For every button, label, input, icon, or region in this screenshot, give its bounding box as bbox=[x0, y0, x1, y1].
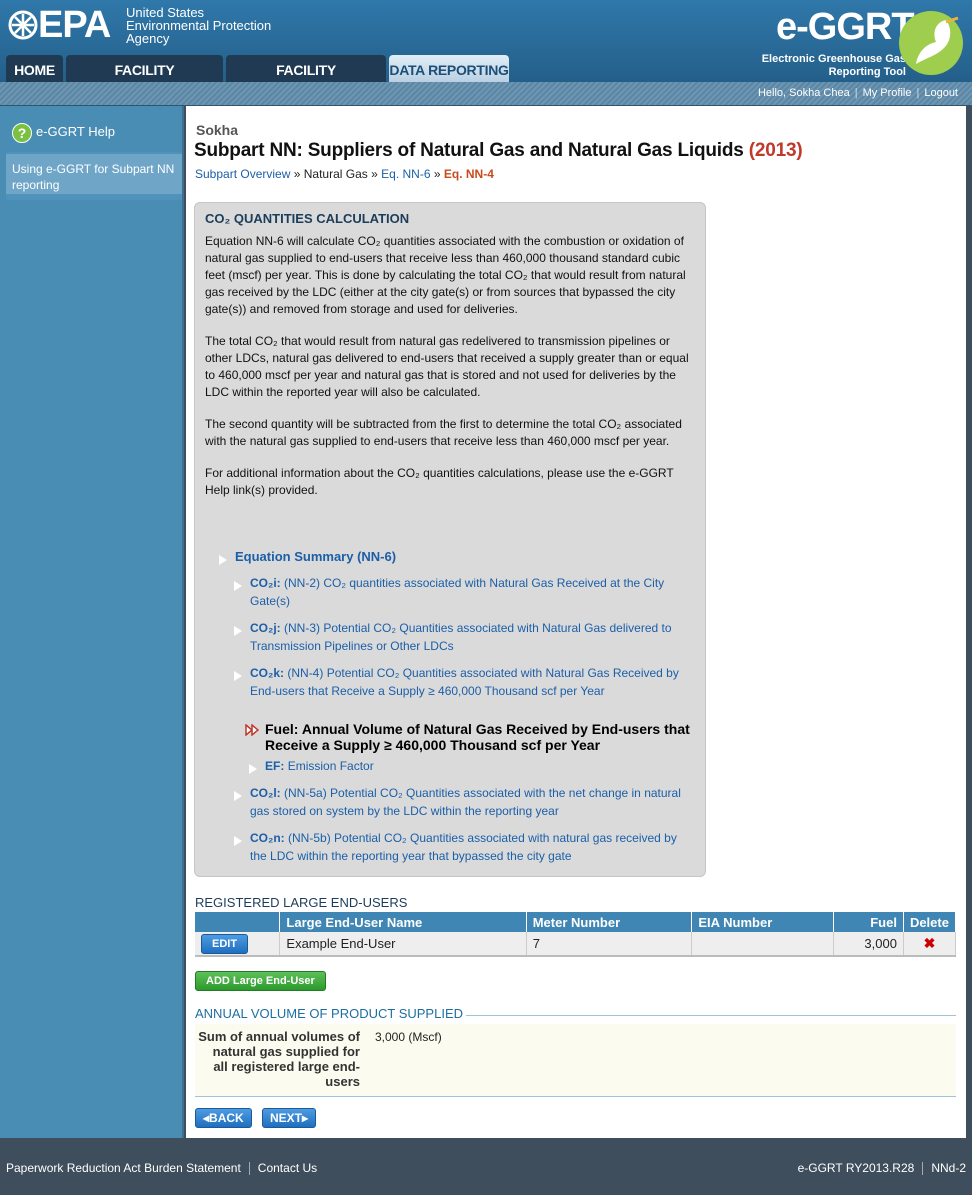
table-header-row: Large End-User Name Meter Number EIA Num… bbox=[195, 912, 957, 932]
help-panel: ? e-GGRT Help Using e-GGRT for Subpart N… bbox=[6, 112, 182, 200]
epa-flower-icon bbox=[8, 10, 38, 40]
tree-item-co2i[interactable]: CO₂i: (NN-2) CO₂ quantities associated w… bbox=[233, 574, 690, 610]
user-greeting: Hello, Sokha Chea bbox=[757, 87, 850, 99]
user-bar: Hello, Sokha Chea | My Profile | Logout bbox=[757, 87, 958, 99]
brand-title: e-GGRT bbox=[776, 6, 915, 48]
info-paragraph-3: The second quantity will be subtracted f… bbox=[205, 417, 682, 448]
tree-equation-summary[interactable]: Equation Summary (NN-6) bbox=[218, 548, 396, 566]
help-question-icon: ? bbox=[12, 123, 32, 143]
tab-home[interactable]: HOME bbox=[6, 55, 63, 82]
add-large-end-user-button[interactable]: ADD Large End-User bbox=[195, 971, 326, 991]
help-link-subpart-nn[interactable]: Using e-GGRT for Subpart NN reporting bbox=[6, 154, 182, 194]
expand-triangle-icon bbox=[233, 623, 246, 641]
tree-item-co2l[interactable]: CO₂l: (NN-5a) Potential CO₂ Quantities a… bbox=[233, 784, 690, 820]
tree-item-fuel-current: Fuel: Annual Volume of Natural Gas Recei… bbox=[245, 721, 695, 753]
version-text: e-GGRT RY2013.R28 bbox=[797, 1161, 915, 1175]
delete-x-icon[interactable]: ✖ bbox=[903, 932, 957, 957]
agency-name: United States Environmental Protection A… bbox=[126, 5, 272, 46]
co2-info-box: CO₂ QUANTITIES CALCULATION Equation NN-6… bbox=[194, 202, 706, 877]
main-content: Sokha Subpart NN: Suppliers of Natural G… bbox=[186, 106, 966, 1138]
edit-button[interactable]: EDIT bbox=[201, 933, 249, 954]
info-paragraph-2: The total CO₂ that would result from nat… bbox=[205, 334, 689, 399]
epa-logo[interactable]: EPA United States Environmental Protecti… bbox=[8, 4, 298, 48]
annual-volume-label: Sum of annual volumes of natural gas sup… bbox=[198, 1029, 360, 1089]
page-title: Subpart NN: Suppliers of Natural Gas and… bbox=[194, 140, 803, 161]
info-heading: CO₂ QUANTITIES CALCULATION bbox=[205, 211, 410, 226]
col-delete: Delete bbox=[903, 912, 957, 932]
breadcrumb-natural-gas: Natural Gas bbox=[303, 167, 368, 181]
next-button[interactable]: NEXT▸ bbox=[262, 1108, 317, 1128]
page-id: NNd-2 bbox=[931, 1161, 966, 1175]
tab-facility-registration[interactable]: FACILITY REGISTRATION bbox=[66, 55, 223, 108]
tree-item-co2j[interactable]: CO₂j: (NN-3) Potential CO₂ Quantities as… bbox=[233, 619, 690, 655]
tree-item-co2n[interactable]: CO₂n: (NN-5b) Potential CO₂ Quantities a… bbox=[233, 829, 690, 865]
registered-end-users-title: REGISTERED LARGE END-USERS bbox=[195, 895, 408, 910]
col-actions bbox=[195, 912, 281, 932]
tree-item-co2k[interactable]: CO₂k: (NN-4) Potential CO₂ Quantities as… bbox=[233, 664, 690, 700]
cell-meter-number: 7 bbox=[526, 932, 693, 957]
breadcrumb-eq-nn6[interactable]: Eq. NN-6 bbox=[381, 167, 430, 181]
cell-eia-number bbox=[691, 932, 835, 957]
back-button[interactable]: ◂BACK bbox=[195, 1108, 252, 1128]
my-profile-link[interactable]: My Profile bbox=[863, 87, 912, 99]
cell-end-user-name: Example End-User bbox=[279, 932, 527, 957]
help-title: ? e-GGRT Help bbox=[6, 112, 182, 152]
annual-volume-value: 3,000 (Mscf) bbox=[375, 1030, 442, 1044]
info-paragraph-4: For additional information about the CO₂… bbox=[205, 466, 674, 497]
breadcrumb: Subpart Overview » Natural Gas » Eq. NN-… bbox=[195, 167, 494, 181]
col-meter-number: Meter Number bbox=[526, 912, 693, 932]
tab-data-reporting[interactable]: DATA REPORTING bbox=[389, 55, 509, 82]
site-footer: Paperwork Reduction Act Burden Statement… bbox=[0, 1138, 972, 1195]
brand-subtitle: Electronic Greenhouse Gas Reporting Tool bbox=[761, 53, 906, 78]
col-eia-number: EIA Number bbox=[691, 912, 835, 932]
expand-triangle-icon bbox=[233, 788, 246, 806]
contact-us-link[interactable]: Contact Us bbox=[258, 1161, 317, 1175]
col-fuel: Fuel bbox=[833, 912, 904, 932]
tree-item-ef[interactable]: EF: Emission Factor bbox=[248, 757, 374, 775]
epa-wordmark: EPA bbox=[38, 4, 111, 46]
paperwork-link[interactable]: Paperwork Reduction Act Burden Statement bbox=[6, 1161, 241, 1175]
expand-triangle-icon bbox=[233, 668, 246, 686]
left-sidebar: ? e-GGRT Help Using e-GGRT for Subpart N… bbox=[0, 106, 184, 1138]
expand-triangle-icon bbox=[233, 833, 246, 851]
facility-name: Sokha bbox=[196, 122, 239, 138]
eggrt-brand: e-GGRT Electronic Greenhouse Gas Reporti… bbox=[736, 6, 966, 80]
breadcrumb-subpart-overview[interactable]: Subpart Overview bbox=[195, 167, 290, 181]
annual-volume-panel: Sum of annual volumes of natural gas sup… bbox=[195, 1024, 956, 1097]
egret-logo-icon bbox=[899, 11, 963, 75]
reporting-year: (2013) bbox=[748, 140, 803, 161]
cell-fuel: 3,000 bbox=[833, 932, 904, 957]
annual-volume-title: ANNUAL VOLUME OF PRODUCT SUPPLIED bbox=[195, 1006, 463, 1021]
table-row: EDIT Example End-User 7 3,000 ✖ bbox=[195, 932, 957, 957]
end-users-table: Large End-User Name Meter Number EIA Num… bbox=[195, 912, 957, 957]
tab-facility-management[interactable]: FACILITY MANAGEMENT bbox=[226, 55, 386, 108]
current-step-arrow-icon bbox=[245, 723, 261, 739]
section-divider bbox=[466, 1015, 956, 1016]
info-paragraph-1: Equation NN-6 will calculate CO₂ quantit… bbox=[205, 234, 686, 316]
expand-triangle-icon bbox=[248, 761, 261, 779]
expand-triangle-icon bbox=[218, 552, 231, 570]
col-end-user-name: Large End-User Name bbox=[279, 912, 527, 932]
site-header: EPA United States Environmental Protecti… bbox=[0, 0, 972, 108]
logout-link[interactable]: Logout bbox=[924, 87, 958, 99]
expand-triangle-icon bbox=[233, 578, 246, 596]
breadcrumb-current: Eq. NN-4 bbox=[443, 167, 494, 181]
